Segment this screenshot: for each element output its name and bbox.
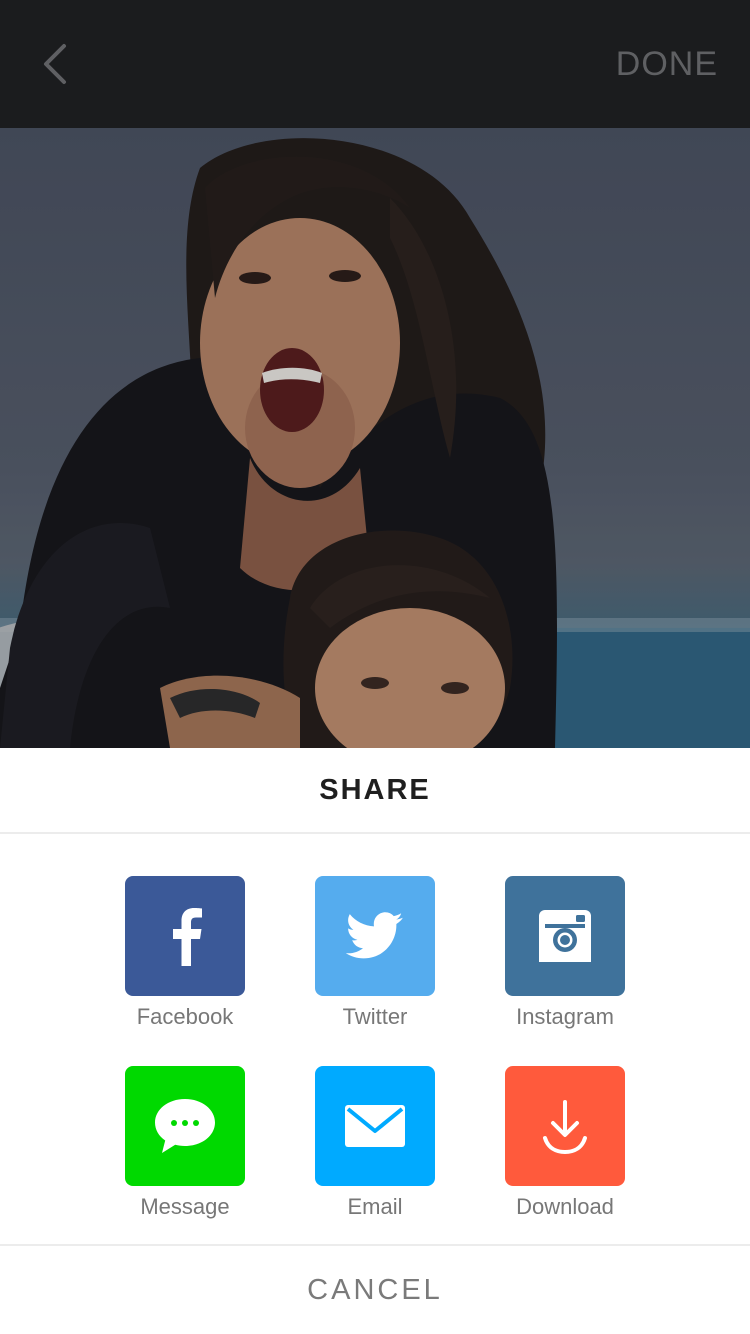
- facebook-tile[interactable]: [125, 876, 245, 996]
- photo-dim-overlay: [0, 128, 750, 748]
- share-instagram-button[interactable]: Instagram: [485, 876, 645, 1030]
- twitter-tile[interactable]: [315, 876, 435, 996]
- instagram-label: Instagram: [516, 1004, 614, 1029]
- shared-photo: [0, 128, 750, 748]
- email-icon: [345, 1105, 405, 1147]
- download-label: Download: [516, 1194, 614, 1219]
- message-label: Message: [140, 1194, 230, 1219]
- share-sheet: SHARE Facebook Twitter Instagram Message…: [0, 748, 750, 1334]
- facebook-icon: [173, 908, 202, 966]
- back-button[interactable]: [40, 34, 80, 94]
- twitter-label: Twitter: [342, 1004, 408, 1029]
- share-facebook-button[interactable]: Facebook: [105, 876, 265, 1030]
- share-sheet-title: SHARE: [319, 773, 431, 806]
- share-options-grid: Facebook Twitter Instagram Message Email…: [0, 836, 750, 1244]
- download-icon: [543, 1100, 587, 1154]
- share-email-button[interactable]: Email: [295, 1066, 455, 1220]
- share-download-button[interactable]: Download: [485, 1066, 645, 1220]
- download-tile[interactable]: [505, 1066, 625, 1186]
- share-message-button[interactable]: Message: [105, 1066, 265, 1220]
- message-tile[interactable]: [125, 1066, 245, 1186]
- facebook-label: Facebook: [136, 1004, 234, 1029]
- instagram-icon: [539, 910, 591, 962]
- cancel-button[interactable]: CANCEL: [0, 1244, 750, 1334]
- email-label: Email: [347, 1194, 403, 1219]
- cancel-label: CANCEL: [307, 1273, 443, 1306]
- twitter-icon: [346, 912, 403, 959]
- instagram-tile[interactable]: [505, 876, 625, 996]
- top-navigation-bar: DONE: [0, 0, 750, 128]
- email-tile[interactable]: [315, 1066, 435, 1186]
- chevron-left-icon: [44, 44, 66, 84]
- share-twitter-button[interactable]: Twitter: [295, 876, 455, 1030]
- share-sheet-header: SHARE: [0, 748, 750, 834]
- message-icon: [155, 1099, 215, 1153]
- done-button[interactable]: DONE: [616, 45, 718, 84]
